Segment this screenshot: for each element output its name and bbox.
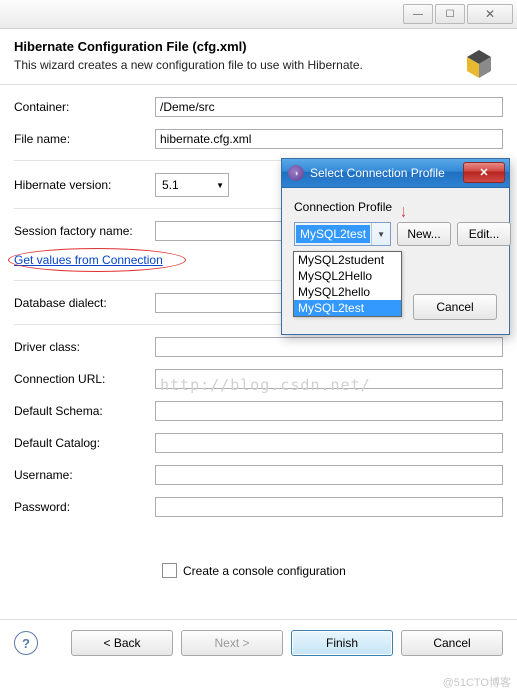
dialect-label: Database dialect: bbox=[14, 296, 149, 310]
dropdown-option[interactable]: MySQL2student bbox=[294, 252, 401, 268]
page-title: Hibernate Configuration File (cfg.xml) bbox=[14, 39, 503, 54]
hibernate-logo-icon bbox=[459, 47, 499, 85]
hibernate-version-select[interactable]: 5.1 ▼ bbox=[155, 173, 229, 197]
container-label: Container: bbox=[14, 100, 149, 114]
dropdown-option-selected[interactable]: MySQL2test bbox=[294, 300, 401, 316]
page-description: This wizard creates a new configuration … bbox=[14, 58, 503, 72]
console-config-checkbox[interactable] bbox=[162, 563, 177, 578]
console-config-label: Create a console configuration bbox=[183, 564, 346, 578]
session-factory-label: Session factory name: bbox=[14, 224, 149, 238]
eclipse-icon: ◑ bbox=[288, 165, 304, 181]
hibernate-version-value: 5.1 bbox=[162, 178, 179, 192]
finish-button[interactable]: Finish bbox=[291, 630, 393, 656]
connection-profile-combo[interactable]: MySQL2test ▼ bbox=[294, 222, 391, 246]
driver-label: Driver class: bbox=[14, 340, 149, 354]
edit-connection-button[interactable]: Edit... bbox=[457, 222, 511, 246]
connection-profile-label: Connection Profile bbox=[294, 200, 497, 214]
schema-input[interactable] bbox=[155, 401, 503, 421]
combo-selected-text: MySQL2test bbox=[296, 225, 370, 243]
catalog-input[interactable] bbox=[155, 433, 503, 453]
back-button[interactable]: < Back bbox=[71, 630, 173, 656]
connection-url-input[interactable] bbox=[155, 369, 503, 389]
driver-input[interactable] bbox=[155, 337, 503, 357]
minimize-button[interactable]: — bbox=[403, 4, 433, 24]
close-button[interactable]: ✕ bbox=[467, 4, 513, 24]
wizard-button-bar: ? < Back Next > Finish Cancel bbox=[0, 619, 517, 666]
chevron-down-icon: ▼ bbox=[371, 223, 390, 245]
username-input[interactable] bbox=[155, 465, 503, 485]
schema-label: Default Schema: bbox=[14, 404, 149, 418]
console-config-row: Create a console configuration bbox=[14, 563, 503, 578]
container-input[interactable] bbox=[155, 97, 503, 117]
filename-input[interactable] bbox=[155, 129, 503, 149]
dropdown-option[interactable]: MySQL2Hello bbox=[294, 268, 401, 284]
window-titlebar: — ☐ ✕ bbox=[0, 0, 517, 29]
attribution-text: @51CTO博客 bbox=[443, 674, 511, 690]
catalog-label: Default Catalog: bbox=[14, 436, 149, 450]
get-values-link[interactable]: Get values from Connection bbox=[14, 253, 163, 267]
next-button[interactable]: Next > bbox=[181, 630, 283, 656]
username-label: Username: bbox=[14, 468, 149, 482]
filename-label: File name: bbox=[14, 132, 149, 146]
dropdown-option[interactable]: MySQL2hello bbox=[294, 284, 401, 300]
dialog-close-button[interactable]: ✕ bbox=[463, 162, 505, 183]
cancel-button[interactable]: Cancel bbox=[401, 630, 503, 656]
password-input[interactable] bbox=[155, 497, 503, 517]
chevron-down-icon: ▼ bbox=[216, 181, 224, 190]
dialog-cancel-button[interactable]: Cancel bbox=[413, 294, 497, 320]
hibernate-version-label: Hibernate version: bbox=[14, 178, 149, 192]
connection-url-label: Connection URL: bbox=[14, 372, 149, 386]
wizard-header: Hibernate Configuration File (cfg.xml) T… bbox=[0, 29, 517, 85]
help-icon[interactable]: ? bbox=[14, 631, 38, 655]
maximize-button[interactable]: ☐ bbox=[435, 4, 465, 24]
password-label: Password: bbox=[14, 500, 149, 514]
connection-profile-dropdown[interactable]: MySQL2student MySQL2Hello MySQL2hello My… bbox=[293, 251, 402, 317]
new-connection-button[interactable]: New... bbox=[397, 222, 451, 246]
dialog-title: Select Connection Profile bbox=[310, 166, 445, 180]
dialog-titlebar[interactable]: ◑ Select Connection Profile ✕ bbox=[282, 159, 509, 188]
